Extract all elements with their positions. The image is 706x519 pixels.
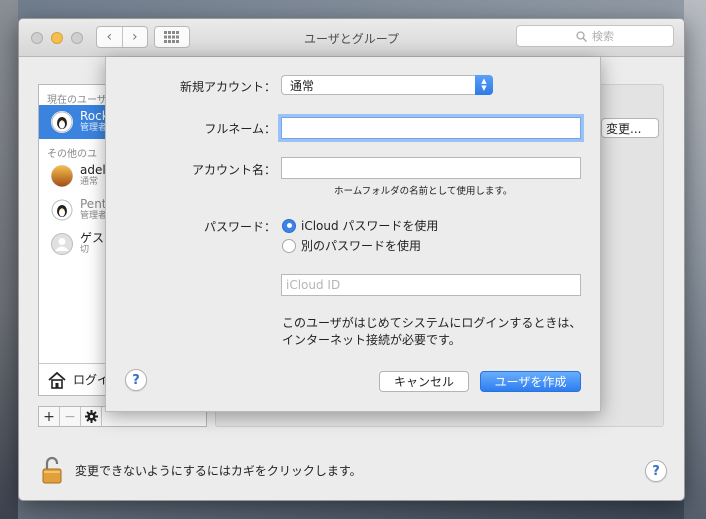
radio-unselected-icon[interactable] bbox=[282, 238, 296, 253]
cancel-button[interactable]: キャンセル bbox=[379, 371, 469, 392]
search-placeholder: 検索 bbox=[592, 30, 614, 43]
radio-selected-icon[interactable] bbox=[282, 218, 296, 233]
login-options-label: ログイ bbox=[73, 373, 110, 387]
icloud-password-label: iCloud パスワードを使用 bbox=[301, 219, 439, 233]
desktop-background-right bbox=[684, 0, 706, 519]
other-password-label: 別のパスワードを使用 bbox=[301, 239, 422, 253]
login-note: このユーザがはじめてシステムにログインするときは、インターネット接続が必要です。 bbox=[282, 316, 582, 347]
penguin-avatar-icon bbox=[51, 111, 73, 133]
icloud-password-option[interactable]: iCloud パスワードを使用 bbox=[282, 217, 438, 234]
penguin-avatar-icon bbox=[51, 199, 73, 221]
account-name-field[interactable] bbox=[281, 157, 581, 179]
gear-icon bbox=[84, 410, 98, 423]
desktop-background-left bbox=[0, 0, 18, 519]
user-name: ゲス bbox=[80, 231, 105, 245]
change-button-label: 変更... bbox=[606, 121, 642, 136]
user-role: 切 bbox=[80, 245, 90, 255]
user-name: adel bbox=[80, 163, 106, 177]
account-name-hint: ホームフォルダの名前として使用します。 bbox=[334, 186, 513, 197]
account-type-popup[interactable]: 通常 ▲ ▼ bbox=[281, 75, 493, 95]
add-user-button[interactable]: + bbox=[39, 407, 60, 426]
minus-icon: − bbox=[64, 408, 76, 425]
plus-icon: + bbox=[43, 408, 55, 425]
change-password-button[interactable]: 変更... bbox=[601, 118, 659, 138]
password-label: パスワード： bbox=[203, 220, 276, 234]
help-button[interactable]: ? bbox=[645, 460, 667, 482]
user-role: 管理者 bbox=[80, 211, 108, 221]
remove-user-button[interactable]: − bbox=[60, 407, 81, 426]
popup-arrows-icon: ▲ ▼ bbox=[475, 75, 493, 95]
guest-avatar-icon bbox=[51, 233, 73, 255]
search-field[interactable]: 検索 bbox=[516, 25, 674, 47]
lock-open-icon[interactable] bbox=[41, 456, 63, 484]
fullname-label: フルネーム： bbox=[204, 122, 276, 136]
icloud-id-field[interactable]: iCloud ID bbox=[281, 274, 581, 296]
fullname-field[interactable] bbox=[281, 117, 581, 139]
new-account-sheet: 新規アカウント： 通常 ▲ ▼ フルネーム： アカウント名： ホームフォルダの名前… bbox=[105, 57, 601, 412]
search-icon bbox=[576, 30, 587, 42]
house-icon bbox=[48, 371, 66, 389]
user-role: 通常 bbox=[80, 177, 99, 187]
account-name-label: アカウント名： bbox=[191, 163, 276, 177]
title-bar: ‹ › ユーザとグループ 検索 bbox=[19, 19, 684, 57]
lock-row: 変更できないようにするにはカギをクリックします。 bbox=[41, 456, 362, 484]
user-name: Pent bbox=[80, 197, 107, 211]
other-password-option[interactable]: 別のパスワードを使用 bbox=[282, 237, 421, 254]
question-icon: ? bbox=[652, 463, 660, 479]
new-account-label: 新規アカウント： bbox=[179, 80, 276, 94]
preferences-window: ‹ › ユーザとグループ 検索 現在のユーザ Rock 管理者 その他のユ ad… bbox=[18, 18, 685, 501]
create-user-button[interactable]: ユーザを作成 bbox=[480, 371, 581, 392]
sheet-help-button[interactable]: ? bbox=[125, 369, 147, 391]
account-type-value: 通常 bbox=[290, 78, 315, 93]
question-icon: ? bbox=[132, 372, 140, 388]
sunset-avatar-icon bbox=[51, 165, 73, 187]
lock-text: 変更できないようにするにはカギをクリックします。 bbox=[75, 463, 362, 478]
action-menu-button[interactable] bbox=[81, 407, 102, 426]
